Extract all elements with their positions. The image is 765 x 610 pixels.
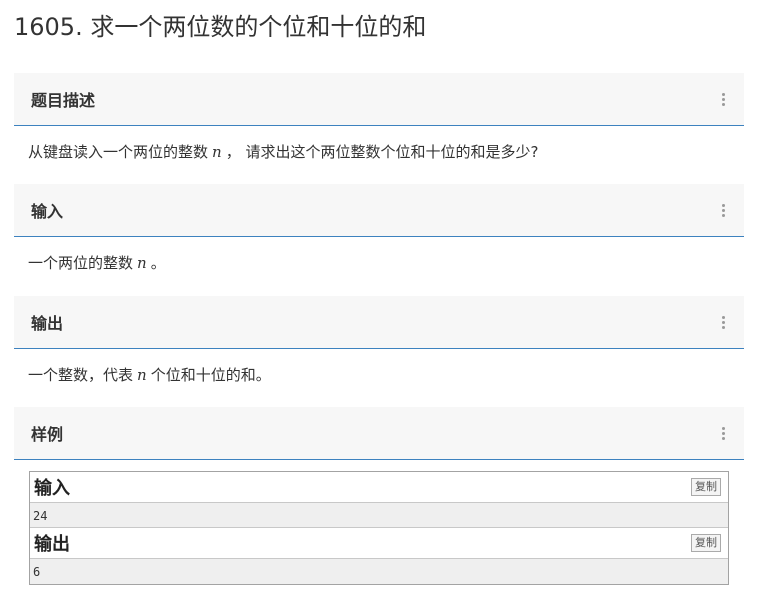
input-panel: 输入 一个两位的整数 n。	[14, 184, 744, 273]
copy-output-button[interactable]: 复制	[691, 534, 721, 552]
sample-input-label: 输入	[34, 478, 70, 499]
description-heading: 题目描述	[31, 91, 96, 110]
sample-input-value[interactable]: 24	[30, 502, 728, 528]
input-text: 一个两位的整数 n。	[28, 254, 166, 272]
output-panel-header[interactable]: 输出	[14, 296, 744, 349]
sample-panel: 样例	[14, 407, 744, 460]
math-variable: n	[137, 366, 147, 384]
input-panel-header[interactable]: 输入	[14, 184, 744, 237]
math-variable: n	[212, 143, 222, 161]
output-text: 一个整数，代表 n 个位和十位的和。	[28, 366, 271, 384]
page-title: 1605. 求一个两位数的个位和十位的和	[14, 13, 427, 41]
description-panel-header[interactable]: 题目描述	[14, 73, 744, 126]
sample-panel-header[interactable]: 样例	[14, 407, 744, 460]
sample-box: 输入 复制 24 输出 复制 6	[29, 471, 729, 585]
sample-input-header: 输入 复制	[30, 472, 728, 502]
sample-heading: 样例	[31, 425, 64, 444]
more-options-icon[interactable]	[718, 90, 728, 108]
input-heading: 输入	[31, 202, 64, 221]
more-options-icon[interactable]	[718, 201, 728, 219]
more-options-icon[interactable]	[718, 424, 728, 442]
output-panel: 输出 一个整数，代表 n 个位和十位的和。	[14, 296, 744, 385]
more-options-icon[interactable]	[718, 313, 728, 331]
math-variable: n	[137, 254, 147, 272]
sample-output-header: 输出 复制	[30, 528, 728, 558]
sample-output-label: 输出	[34, 534, 70, 555]
copy-input-button[interactable]: 复制	[691, 478, 721, 496]
output-heading: 输出	[31, 314, 64, 333]
description-panel: 题目描述 从键盘读入一个两位的整数 n， 请求出这个两位整数个位和十位的和是多少?	[14, 73, 744, 162]
sample-output-value[interactable]: 6	[30, 558, 728, 584]
description-text: 从键盘读入一个两位的整数 n， 请求出这个两位整数个位和十位的和是多少?	[28, 143, 539, 161]
